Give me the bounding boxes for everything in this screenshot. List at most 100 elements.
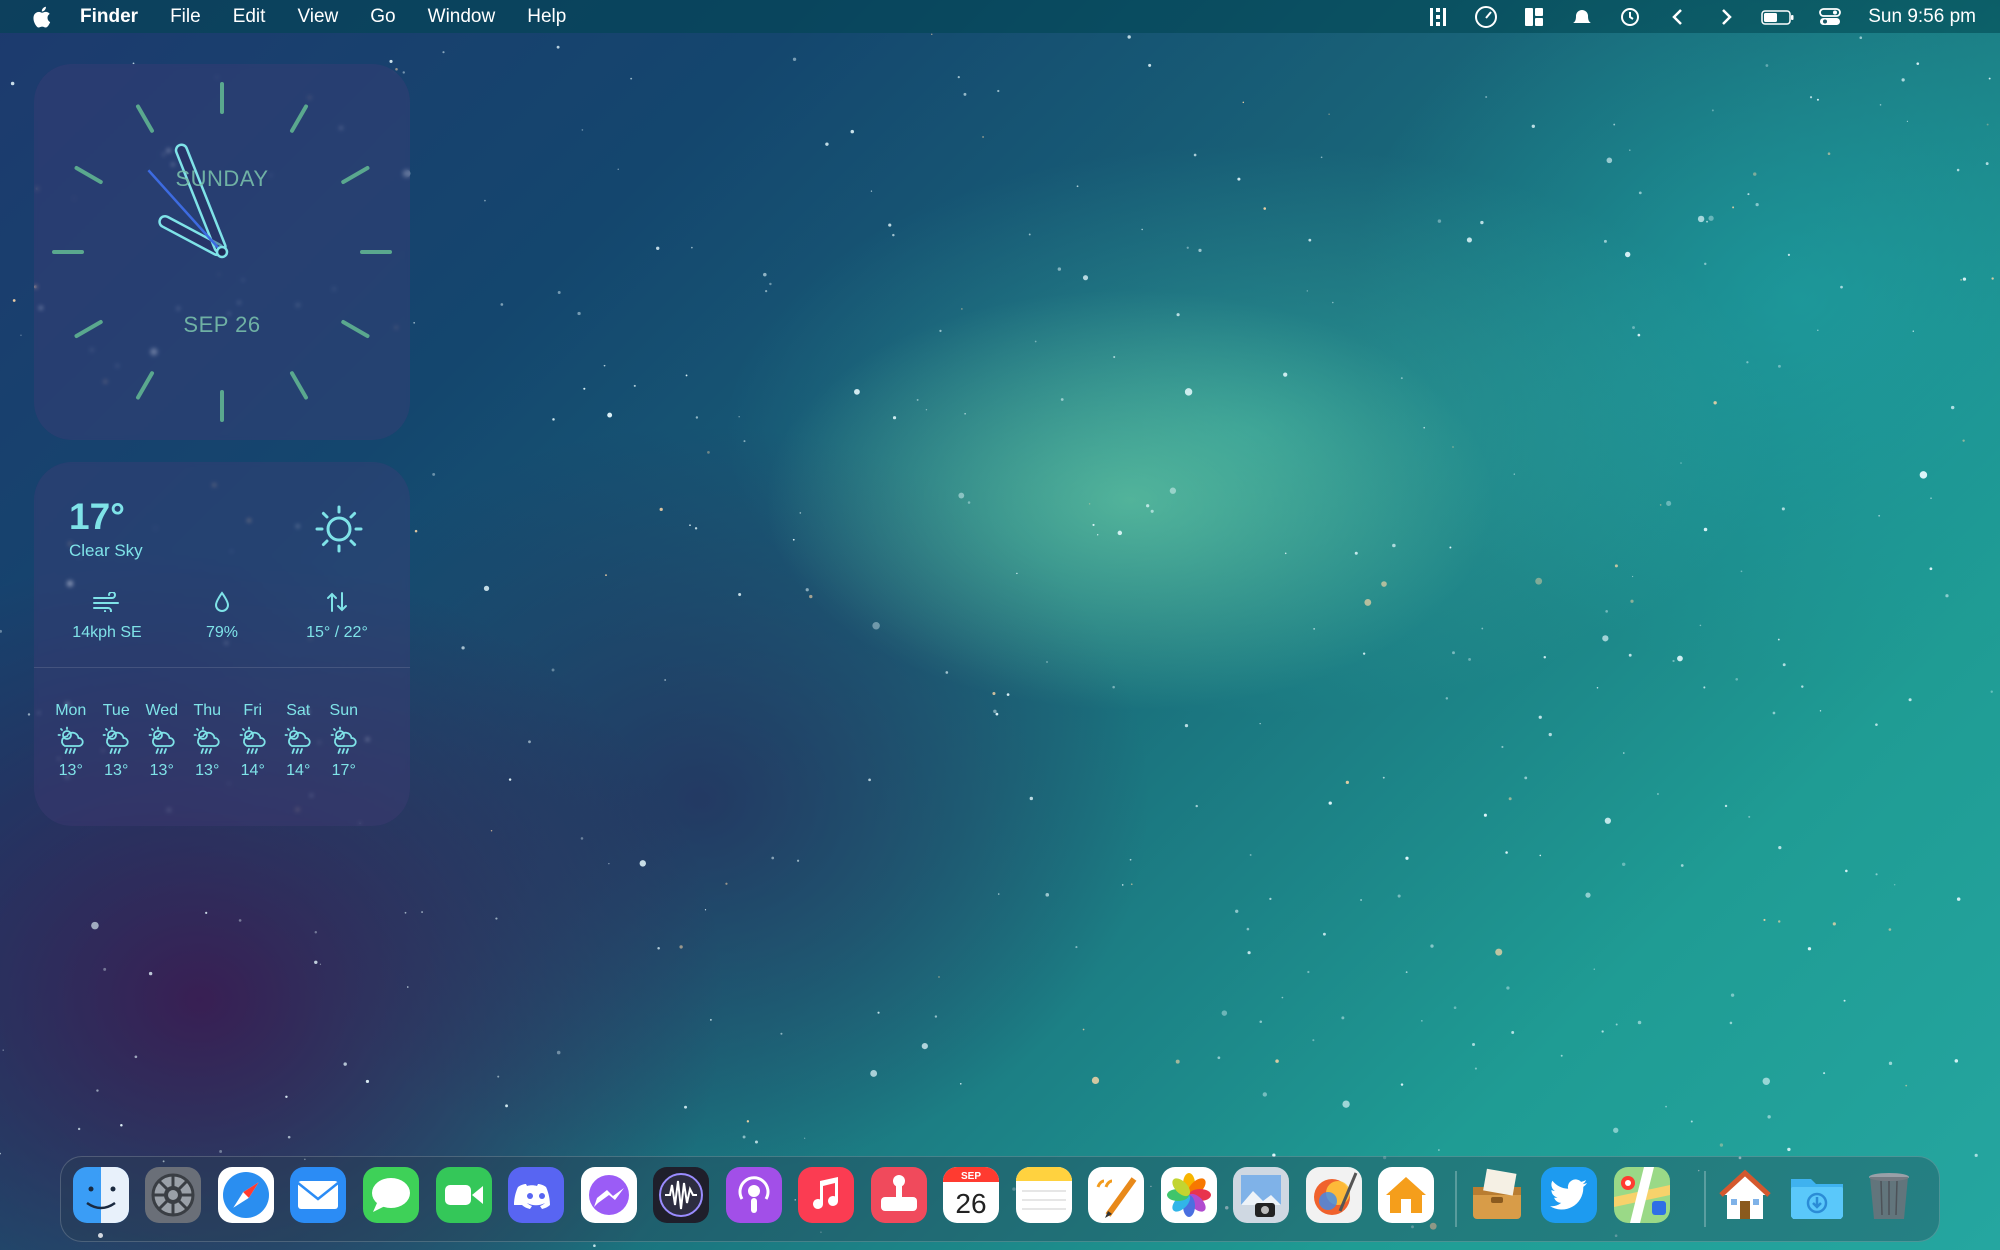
forecast-temperature: 14° <box>286 762 311 779</box>
forecast-temperature: 13° <box>195 762 220 779</box>
clock-tick <box>290 104 308 133</box>
history-icon[interactable] <box>1616 5 1644 29</box>
mail-icon[interactable] <box>290 1167 346 1223</box>
messages-icon[interactable] <box>363 1167 419 1223</box>
forecast-temperature: 13° <box>58 762 83 779</box>
clock-tick <box>136 371 154 400</box>
home-icon[interactable] <box>1378 1167 1434 1223</box>
forecast-day-label: Fri <box>243 702 263 719</box>
pixelmator-icon[interactable] <box>1306 1167 1362 1223</box>
weather-divider <box>34 667 410 668</box>
facetime-icon[interactable] <box>436 1167 492 1223</box>
dock: SEP 26 <box>60 1156 1940 1242</box>
forecast-day-label: Sat <box>286 702 311 719</box>
finder-icon[interactable] <box>73 1167 129 1223</box>
home-folder-icon[interactable] <box>1717 1167 1773 1223</box>
temperature-range-value: 15° / 22° <box>306 624 368 641</box>
battery-icon[interactable] <box>1760 5 1796 29</box>
forecast-day-mon: Mon 13° <box>48 702 94 780</box>
arcade-icon[interactable] <box>871 1167 927 1223</box>
forecast-day-label: Sun <box>329 702 358 719</box>
up-down-arrows-icon <box>327 592 347 612</box>
weekly-forecast: Mon 13° Tue 13° Wed 13° Thu 13° Fri 14° Sat 14° Sun 1… <box>48 702 367 780</box>
weather-condition: Clear Sky <box>69 541 143 560</box>
speedometer-icon[interactable] <box>1472 5 1500 29</box>
forecast-day-fri: Fri 14° <box>230 702 276 780</box>
analog-clock-face <box>52 82 392 422</box>
svg-text:26: 26 <box>955 1188 986 1219</box>
system-preferences-icon[interactable] <box>145 1167 201 1223</box>
downloads-icon[interactable] <box>1789 1167 1845 1223</box>
messenger-icon[interactable] <box>581 1167 637 1223</box>
safari-icon[interactable] <box>218 1167 274 1223</box>
menu-bar: Finder File Edit View Go Window Help Sun… <box>0 0 2000 33</box>
running-indicator <box>98 1233 103 1238</box>
podcasts-icon[interactable] <box>726 1167 782 1223</box>
rain-cloud-icon <box>193 726 220 754</box>
rain-cloud-icon <box>102 726 129 754</box>
clock-widget[interactable]: SUNDAY SEP 26 <box>34 64 410 440</box>
bell-icon[interactable] <box>1568 5 1596 29</box>
menu-view[interactable]: View <box>281 6 354 28</box>
menu-help[interactable]: Help <box>511 6 582 28</box>
forecast-temperature: 13° <box>104 762 129 779</box>
forecast-temperature: 14° <box>240 762 265 779</box>
hammerspoon-icon[interactable] <box>1424 5 1452 29</box>
preview-icon[interactable] <box>1233 1167 1289 1223</box>
twitter-icon[interactable] <box>1541 1167 1597 1223</box>
chevron-left-icon[interactable] <box>1664 5 1692 29</box>
forecast-day-tue: Tue 13° <box>94 702 140 780</box>
pages-icon[interactable] <box>1088 1167 1144 1223</box>
chevron-right-icon[interactable] <box>1712 5 1740 29</box>
clock-tick <box>290 371 308 400</box>
temperature-range-stat: 15° / 22° <box>282 588 392 642</box>
forecast-day-label: Wed <box>145 702 179 719</box>
trash-icon[interactable] <box>1861 1167 1917 1223</box>
rain-cloud-icon <box>57 726 84 754</box>
dock-separator <box>1704 1171 1706 1227</box>
rain-cloud-icon <box>239 726 266 754</box>
menu-bar-clock[interactable]: Sun 9:56 pm <box>1868 6 1976 28</box>
forecast-day-label: Tue <box>102 702 130 719</box>
forecast-day-label: Thu <box>193 702 222 719</box>
forecast-temperature: 13° <box>149 762 174 779</box>
wind-icon <box>93 592 119 612</box>
maps-icon[interactable] <box>1614 1167 1670 1223</box>
forecast-day-sun: Sun 17° <box>321 702 367 780</box>
wind-value: 14kph SE <box>72 624 142 641</box>
forecast-day-wed: Wed 13° <box>139 702 185 780</box>
humidity-value: 79% <box>205 624 239 641</box>
menu-edit[interactable]: Edit <box>217 6 282 28</box>
forecast-day-label: Mon <box>55 702 87 719</box>
discord-icon[interactable] <box>508 1167 564 1223</box>
wind-stat: 14kph SE <box>52 588 162 642</box>
audio-app-icon[interactable] <box>653 1167 709 1223</box>
sun-icon <box>315 505 363 553</box>
menu-file[interactable]: File <box>154 6 217 28</box>
clock-tick <box>136 104 154 133</box>
menu-app-name[interactable]: Finder <box>80 6 154 28</box>
rain-cloud-icon <box>330 726 357 754</box>
apple-menu-icon[interactable] <box>30 5 52 29</box>
forecast-day-sat: Sat 14° <box>276 702 322 780</box>
music-icon[interactable] <box>798 1167 854 1223</box>
layout-icon[interactable] <box>1520 5 1548 29</box>
rain-cloud-icon <box>148 726 175 754</box>
menu-go[interactable]: Go <box>354 6 411 28</box>
archive-utility-icon[interactable] <box>1469 1167 1525 1223</box>
control-center-icon[interactable] <box>1816 5 1844 29</box>
photos-icon[interactable] <box>1161 1167 1217 1223</box>
weather-widget[interactable]: 17° Clear Sky 14kph SE 79% 15° / 22° Mon… <box>34 462 410 826</box>
notes-icon[interactable] <box>1016 1167 1072 1223</box>
clock-center-pin <box>215 245 229 259</box>
calendar-icon[interactable]: SEP 26 <box>943 1167 999 1223</box>
droplet-icon <box>214 591 230 612</box>
clock-date-label: SEP 26 <box>183 312 261 337</box>
rain-cloud-icon <box>284 726 311 754</box>
menu-window[interactable]: Window <box>412 6 512 28</box>
humidity-stat: 79% <box>167 588 277 642</box>
forecast-temperature: 17° <box>331 762 356 779</box>
svg-text:SEP: SEP <box>961 1171 981 1182</box>
dock-separator <box>1455 1171 1457 1227</box>
clock-day-label: SUNDAY <box>175 166 269 191</box>
